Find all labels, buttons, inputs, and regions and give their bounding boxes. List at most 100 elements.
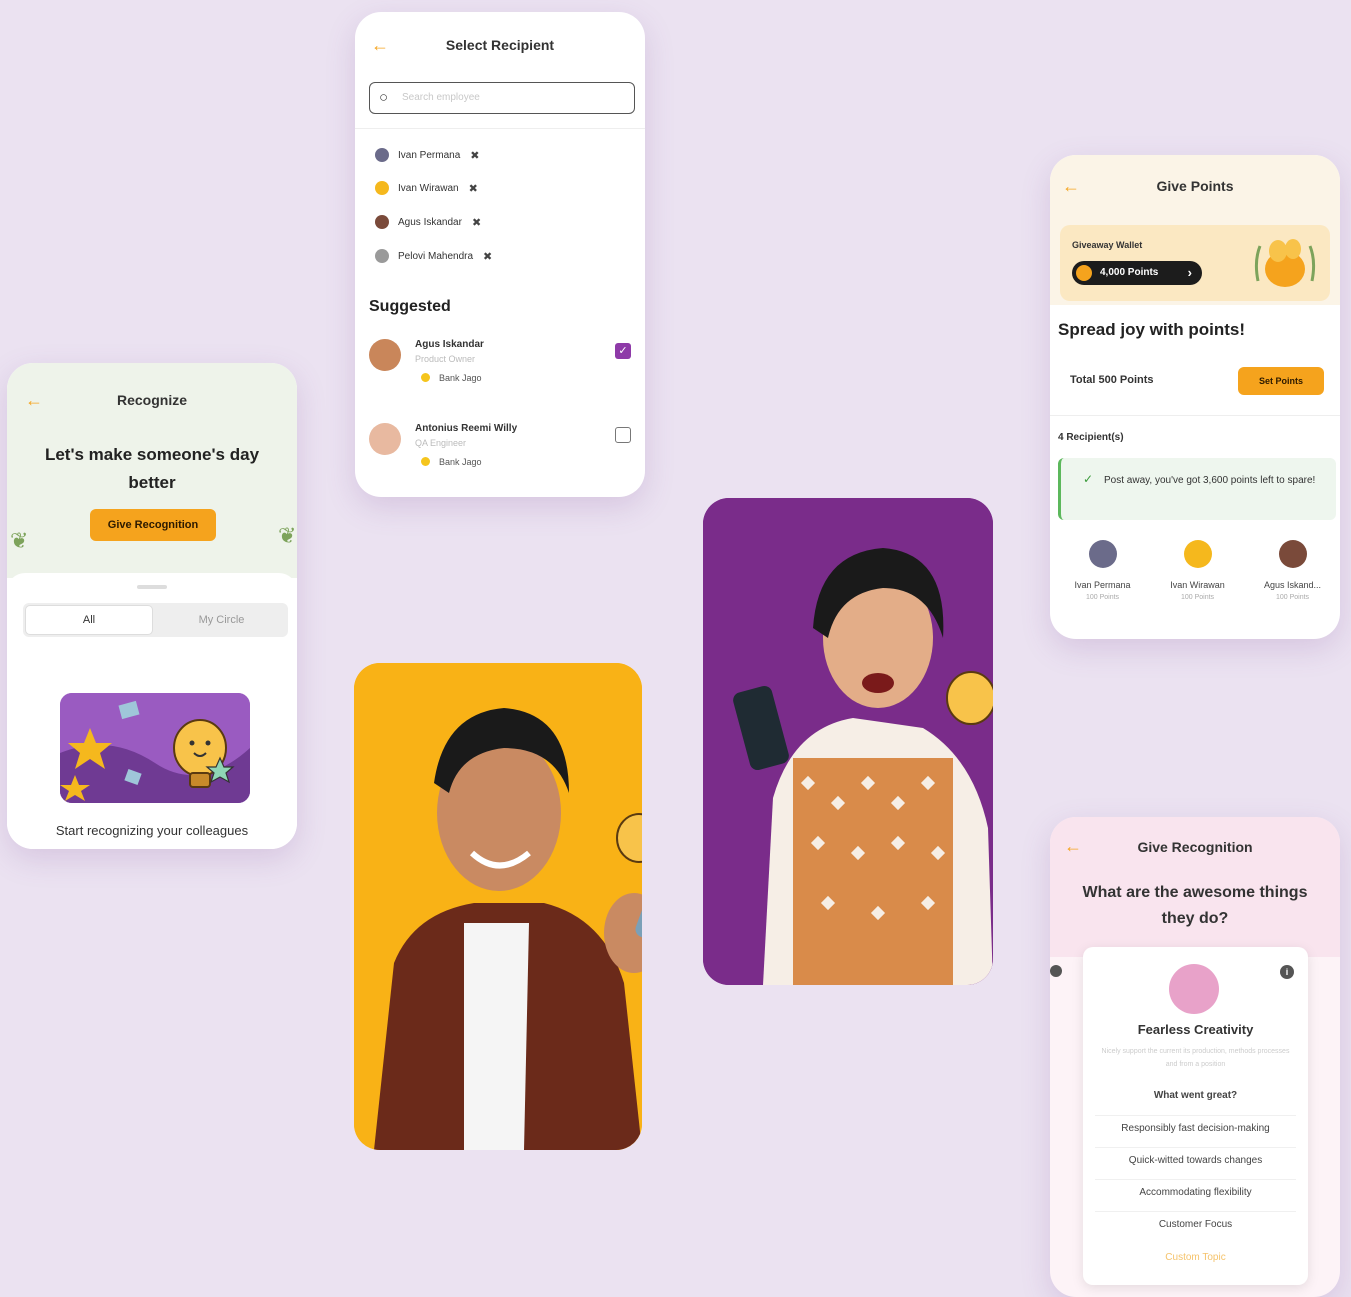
avatar xyxy=(375,249,389,263)
employee-name: Agus Iskandar xyxy=(415,339,484,350)
recipient-card[interactable]: Ivan Permana 100 Points xyxy=(1060,530,1145,625)
value-card: i Fearless Creativity Nicely support the… xyxy=(1083,947,1308,1285)
alert-text: Post away, you've got 3,600 points left … xyxy=(1104,475,1316,486)
promo-photo-woman xyxy=(703,498,993,985)
giveaway-wallet-card: Giveaway Wallet 4,000 Points › xyxy=(1060,225,1330,301)
value-description: Nicely support the current its productio… xyxy=(1101,1048,1290,1068)
recipient-points: 100 Points xyxy=(1180,594,1215,601)
avatar xyxy=(1088,540,1117,568)
avatar xyxy=(375,181,389,195)
set-points-button[interactable]: Set Points xyxy=(1238,367,1324,395)
man-with-phone-illustration xyxy=(354,663,642,1150)
selected-chip[interactable]: Agus Iskandar ✖ xyxy=(375,212,481,232)
remove-icon[interactable]: ✖ xyxy=(470,149,479,162)
remove-icon[interactable]: ✖ xyxy=(483,250,492,263)
headline: Let's make someone's day better xyxy=(44,445,260,492)
recognize-header-area: ← Recognize Let's make someone's day bet… xyxy=(7,363,297,578)
remove-icon[interactable]: ✖ xyxy=(472,216,481,229)
wallet-label: Giveaway Wallet xyxy=(1072,240,1143,250)
checkbox-checked[interactable]: ✓ xyxy=(615,343,631,359)
option-chip[interactable]: Customer Focus xyxy=(1095,1211,1296,1237)
info-icon[interactable]: i xyxy=(1280,965,1294,979)
divider xyxy=(1050,415,1340,416)
company-label: Bank Jago xyxy=(421,373,482,383)
company-icon xyxy=(421,373,430,382)
points-left-alert: ✓ Post away, you've got 3,600 points lef… xyxy=(1058,458,1336,520)
empty-state-text: Start recognizing your colleagues xyxy=(55,823,249,838)
laurel-right-icon: ❦ xyxy=(278,523,297,548)
avatar xyxy=(1183,540,1212,568)
recipient-card[interactable]: Agus Iskand... 100 Points xyxy=(1250,530,1335,625)
recognize-screen: ← Recognize Let's make someone's day bet… xyxy=(7,363,297,849)
avatar xyxy=(369,339,401,371)
recipient-name: Ivan Permana xyxy=(1074,580,1131,590)
search-input[interactable]: ○ Search employee xyxy=(369,82,635,114)
company-icon xyxy=(421,457,430,466)
employee-role: Product Owner xyxy=(415,354,476,364)
woman-with-phone-illustration xyxy=(703,498,993,985)
recipients-count: 4 Recipient(s) xyxy=(1058,432,1124,443)
remove-icon[interactable]: ✖ xyxy=(469,182,478,195)
option-chip[interactable]: Responsibly fast decision-making xyxy=(1095,1115,1296,1141)
recipient-name: Agus Iskand... xyxy=(1263,580,1322,590)
suggested-row[interactable]: Agus Iskandar Product Owner Bank Jago ✓ xyxy=(369,337,635,407)
avatar xyxy=(369,423,401,455)
info-icon[interactable] xyxy=(1050,965,1062,977)
divider xyxy=(355,128,645,129)
chip-name: Agus Iskandar xyxy=(398,216,462,228)
laurel-left-icon: ❦ xyxy=(10,528,29,553)
lightbulb-mascot-icon xyxy=(60,693,250,803)
chip-name: Ivan Wirawan xyxy=(398,182,459,194)
give-recognition-button[interactable]: Give Recognition xyxy=(90,509,216,541)
sheet-handle[interactable] xyxy=(137,585,167,589)
wallet-points-pill[interactable]: 4,000 Points › xyxy=(1072,261,1202,285)
tab-all[interactable]: All xyxy=(25,605,153,635)
what-went-great-label: What went great? xyxy=(1153,1090,1238,1101)
custom-topic-link[interactable]: Custom Topic xyxy=(1083,1252,1308,1263)
points-headline: Spread joy with points! xyxy=(1058,320,1246,339)
selected-chip[interactable]: Ivan Wirawan ✖ xyxy=(375,178,478,198)
screen-title: Select Recipient xyxy=(445,37,555,53)
recognize-sheet: All My Circle Start recognizing your col… xyxy=(7,573,297,849)
employee-role: QA Engineer xyxy=(415,438,467,448)
give-recognition-screen: ← Give Recognition What are the awesome … xyxy=(1050,817,1340,1297)
selected-chip[interactable]: Ivan Permana ✖ xyxy=(375,145,479,165)
screen-title: Give Points xyxy=(1156,178,1234,194)
chip-name: Pelovi Mahendra xyxy=(398,250,474,262)
search-icon: ○ xyxy=(379,89,389,106)
avatar xyxy=(375,215,389,229)
screen-title: Recognize xyxy=(116,392,187,408)
company-name: Bank Jago xyxy=(439,457,482,467)
tab-switch: All My Circle xyxy=(23,603,288,637)
recipient-card[interactable]: Ivan Wirawan 100 Points xyxy=(1155,530,1240,625)
coin-icon xyxy=(1076,265,1092,281)
value-name: Fearless Creativity xyxy=(1137,1022,1254,1037)
question-heading: What are the awesome things they do? xyxy=(1082,884,1308,927)
suggested-heading: Suggested xyxy=(369,298,451,315)
give-points-screen: ← Give Points Giveaway Wallet 4,000 Poin… xyxy=(1050,155,1340,639)
screen-title: Give Recognition xyxy=(1137,839,1253,855)
company-label: Bank Jago xyxy=(421,457,482,467)
option-chip[interactable]: Quick-witted towards changes xyxy=(1095,1147,1296,1173)
avatar xyxy=(1278,540,1307,568)
chip-name: Ivan Permana xyxy=(398,149,461,161)
creativity-icon xyxy=(1169,964,1219,1014)
suggested-row[interactable]: Antonius Reemi Willy QA Engineer Bank Ja… xyxy=(369,421,635,491)
total-points: Total 500 Points xyxy=(1070,374,1154,386)
chevron-right-icon: › xyxy=(1187,265,1192,280)
wallet-points: 4,000 Points xyxy=(1100,267,1159,278)
avatar xyxy=(375,148,389,162)
recipient-points: 100 Points xyxy=(1085,594,1120,601)
option-chip[interactable]: Accommodating flexibility xyxy=(1095,1179,1296,1205)
promo-photo-man xyxy=(354,663,642,1150)
recipient-name: Ivan Wirawan xyxy=(1170,580,1225,590)
gift-mascot-icon xyxy=(1254,239,1316,287)
select-recipient-screen: ← Select Recipient ○ Search employee Iva… xyxy=(355,12,645,497)
search-placeholder: Search employee xyxy=(402,92,480,103)
selected-chip[interactable]: Pelovi Mahendra ✖ xyxy=(375,246,492,266)
tab-my-circle[interactable]: My Circle xyxy=(159,605,284,635)
employee-name: Antonius Reemi Willy xyxy=(415,423,518,434)
checkbox-unchecked[interactable] xyxy=(615,427,631,443)
recipient-points: 100 Points xyxy=(1275,594,1310,601)
company-name: Bank Jago xyxy=(439,373,482,383)
